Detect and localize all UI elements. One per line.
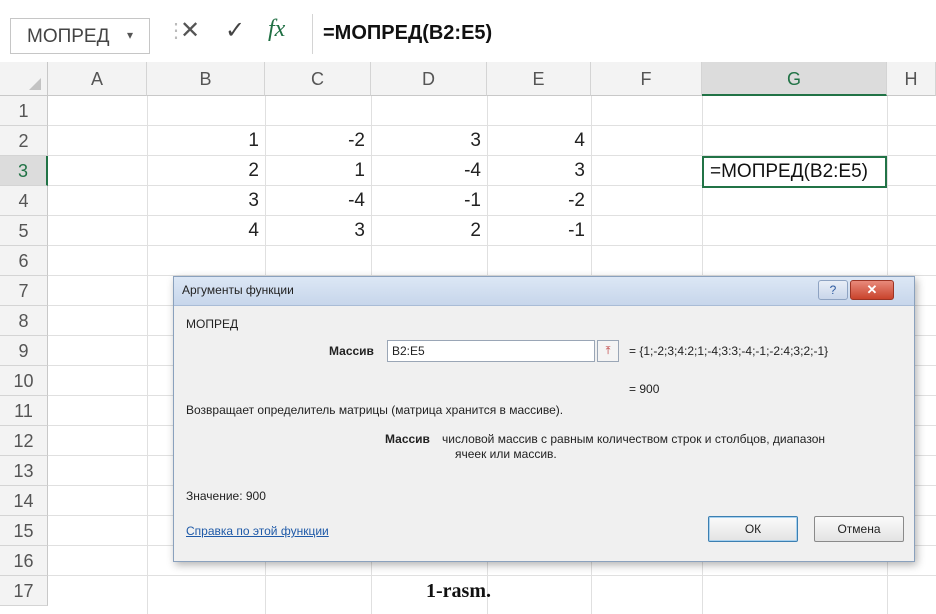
- close-button[interactable]: ✕: [850, 280, 894, 300]
- dialog-titlebar[interactable]: Аргументы функции ? ✕: [174, 277, 914, 306]
- gridline: [48, 575, 936, 576]
- argument-value-preview: = {1;-2;3;4:2;1;-4;3:3;-4;-1;-2:4;3;2;-1…: [629, 344, 829, 358]
- cell-d5[interactable]: 2: [371, 216, 487, 246]
- column-header-f[interactable]: F: [591, 62, 702, 96]
- cell-d4[interactable]: -1: [371, 186, 487, 216]
- name-box[interactable]: МОПРЕД ▾: [10, 18, 150, 54]
- row-header-16[interactable]: 16: [0, 546, 48, 576]
- cancel-icon[interactable]: ✕: [180, 16, 200, 45]
- select-all-corner[interactable]: [0, 62, 48, 96]
- row-header-2[interactable]: 2: [0, 126, 48, 156]
- cell-c3[interactable]: 1: [265, 156, 371, 186]
- row-header-15[interactable]: 15: [0, 516, 48, 546]
- cancel-button[interactable]: Отмена: [814, 516, 904, 542]
- active-cell-g3[interactable]: =МОПРЕД(B2:E5): [702, 156, 887, 188]
- argument-description-line-1: числовой массив с равным количеством стр…: [442, 432, 826, 446]
- chevron-down-icon[interactable]: ▾: [127, 28, 133, 42]
- function-description: Возвращает определитель матрицы (матрица…: [186, 403, 564, 417]
- cell-e3[interactable]: 3: [487, 156, 591, 186]
- row-header-17[interactable]: 17: [0, 576, 48, 606]
- row-header-14[interactable]: 14: [0, 486, 48, 516]
- name-box-value: МОПРЕД: [27, 26, 110, 47]
- column-header-c[interactable]: C: [265, 62, 371, 96]
- select-all-icon: [29, 78, 41, 90]
- row-header-9[interactable]: 9: [0, 336, 48, 366]
- column-header-h[interactable]: H: [887, 62, 936, 96]
- row-header-7[interactable]: 7: [0, 276, 48, 306]
- column-header-b[interactable]: B: [147, 62, 265, 96]
- cell-b2[interactable]: 1: [147, 126, 265, 156]
- result-preview: = 900: [629, 382, 660, 396]
- column-header-d[interactable]: D: [371, 62, 487, 96]
- formula-text: =МОПРЕД(B2:E5): [323, 22, 493, 44]
- argument-label: Массив: [329, 344, 374, 358]
- cell-b4[interactable]: 3: [147, 186, 265, 216]
- cell-c2[interactable]: -2: [265, 126, 371, 156]
- row-header-5[interactable]: 5: [0, 216, 48, 246]
- cell-e5[interactable]: -1: [487, 216, 591, 246]
- row-header-12[interactable]: 12: [0, 426, 48, 456]
- active-cell-formula: =МОПРЕД(B2:E5): [710, 161, 868, 182]
- row-header-13[interactable]: 13: [0, 456, 48, 486]
- argument-input-value: B2:E5: [392, 344, 425, 358]
- function-arguments-dialog: Аргументы функции ? ✕ МОПРЕД Массив B2:E…: [173, 276, 915, 562]
- insert-function-icon[interactable]: fx: [268, 16, 285, 43]
- column-header-g[interactable]: G: [702, 62, 887, 96]
- formula-input[interactable]: =МОПРЕД(B2:E5): [312, 14, 936, 54]
- formula-result: Значение: 900: [186, 489, 266, 503]
- dialog-title: Аргументы функции: [182, 283, 294, 297]
- cell-c5[interactable]: 3: [265, 216, 371, 246]
- help-link[interactable]: Справка по этой функции: [186, 524, 329, 538]
- ok-button[interactable]: ОК: [708, 516, 798, 542]
- cell-d3[interactable]: -4: [371, 156, 487, 186]
- row-header-11[interactable]: 11: [0, 396, 48, 426]
- formula-bar: МОПРЕД ▾ ⋮ ✕ ✓ fx =МОПРЕД(B2:E5): [0, 0, 936, 62]
- row-header-8[interactable]: 8: [0, 306, 48, 336]
- row-header-1[interactable]: 1: [0, 96, 48, 126]
- argument-description-label: Массив: [385, 432, 430, 446]
- cell-d2[interactable]: 3: [371, 126, 487, 156]
- figure-caption: 1-rasm.: [426, 580, 491, 602]
- function-name: МОПРЕД: [186, 317, 239, 331]
- cell-b3[interactable]: 2: [147, 156, 265, 186]
- cell-e2[interactable]: 4: [487, 126, 591, 156]
- enter-icon[interactable]: ✓: [225, 16, 245, 45]
- cell-b5[interactable]: 4: [147, 216, 265, 246]
- row-header-4[interactable]: 4: [0, 186, 48, 216]
- row-header-3[interactable]: 3: [0, 156, 48, 186]
- help-button[interactable]: ?: [818, 280, 848, 300]
- argument-input[interactable]: B2:E5: [387, 340, 595, 362]
- collapse-dialog-icon[interactable]: ⤒: [597, 340, 619, 362]
- argument-description-line-2: ячеек или массив.: [455, 447, 557, 461]
- row-header-10[interactable]: 10: [0, 366, 48, 396]
- row-header-6[interactable]: 6: [0, 246, 48, 276]
- column-header-e[interactable]: E: [487, 62, 591, 96]
- cell-c4[interactable]: -4: [265, 186, 371, 216]
- column-header-a[interactable]: A: [48, 62, 147, 96]
- cell-e4[interactable]: -2: [487, 186, 591, 216]
